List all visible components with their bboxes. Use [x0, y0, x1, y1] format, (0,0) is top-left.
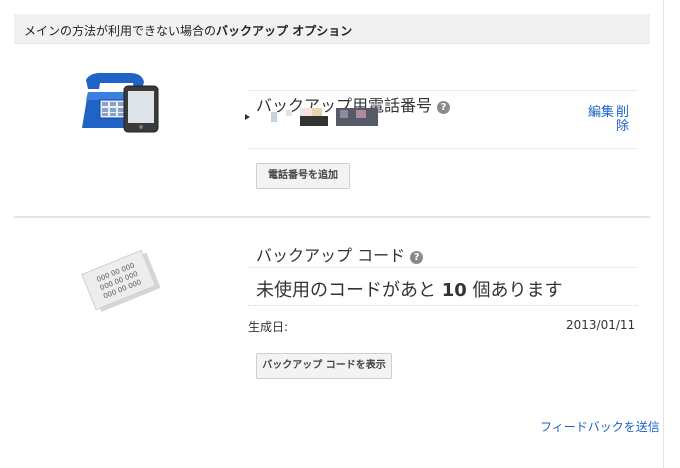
send-feedback-link[interactable]: フィードバックを送信 — [540, 418, 660, 435]
codes-title-line — [248, 267, 638, 268]
header-text: メインの方法が利用できない場合のバックアップ オプション — [24, 22, 352, 39]
edit-link[interactable]: 編集 — [588, 105, 614, 120]
phone-actions: 編集 削除 — [588, 105, 629, 134]
backup-code-cards-icon: 000 00 000 000 00 000 000 00 000 — [78, 248, 166, 322]
header-prefix: メインの方法が利用できない場合の — [24, 24, 217, 38]
codes-dotted-line — [248, 305, 638, 306]
unused-count: 10 — [441, 280, 467, 301]
codes-section-title: バックアップ コード? — [256, 242, 424, 266]
codes-title-text: バックアップ コード — [256, 246, 406, 265]
delete-link[interactable]: 削除 — [616, 106, 630, 134]
section-divider — [14, 216, 650, 218]
phone-row-line — [248, 148, 638, 149]
help-icon[interactable]: ? — [410, 251, 424, 264]
help-icon[interactable]: ? — [437, 101, 451, 114]
phone-title-line — [248, 90, 638, 91]
backup-options-panel: メインの方法が利用できない場合のバックアップ オプション バックアップ用電話番号… — [0, 0, 664, 468]
telephone-and-mobile-icon — [80, 70, 160, 138]
add-phone-button[interactable]: 電話番号を追加 — [256, 163, 350, 189]
generated-date: 2013/01/11 — [566, 318, 636, 332]
unused-prefix: 未使用のコードがあと — [256, 280, 436, 301]
unused-suffix: 個あります — [472, 280, 563, 301]
unused-codes-text: 未使用のコードがあと 10 個あります — [256, 276, 563, 302]
header-bold: バックアップ オプション — [216, 24, 353, 38]
section-header: メインの方法が利用できない場合のバックアップ オプション — [14, 14, 650, 44]
show-backup-codes-button[interactable]: バックアップ コードを表示 — [256, 353, 392, 379]
generated-label: 生成日: — [248, 320, 289, 334]
expand-arrow-icon[interactable] — [245, 114, 250, 120]
